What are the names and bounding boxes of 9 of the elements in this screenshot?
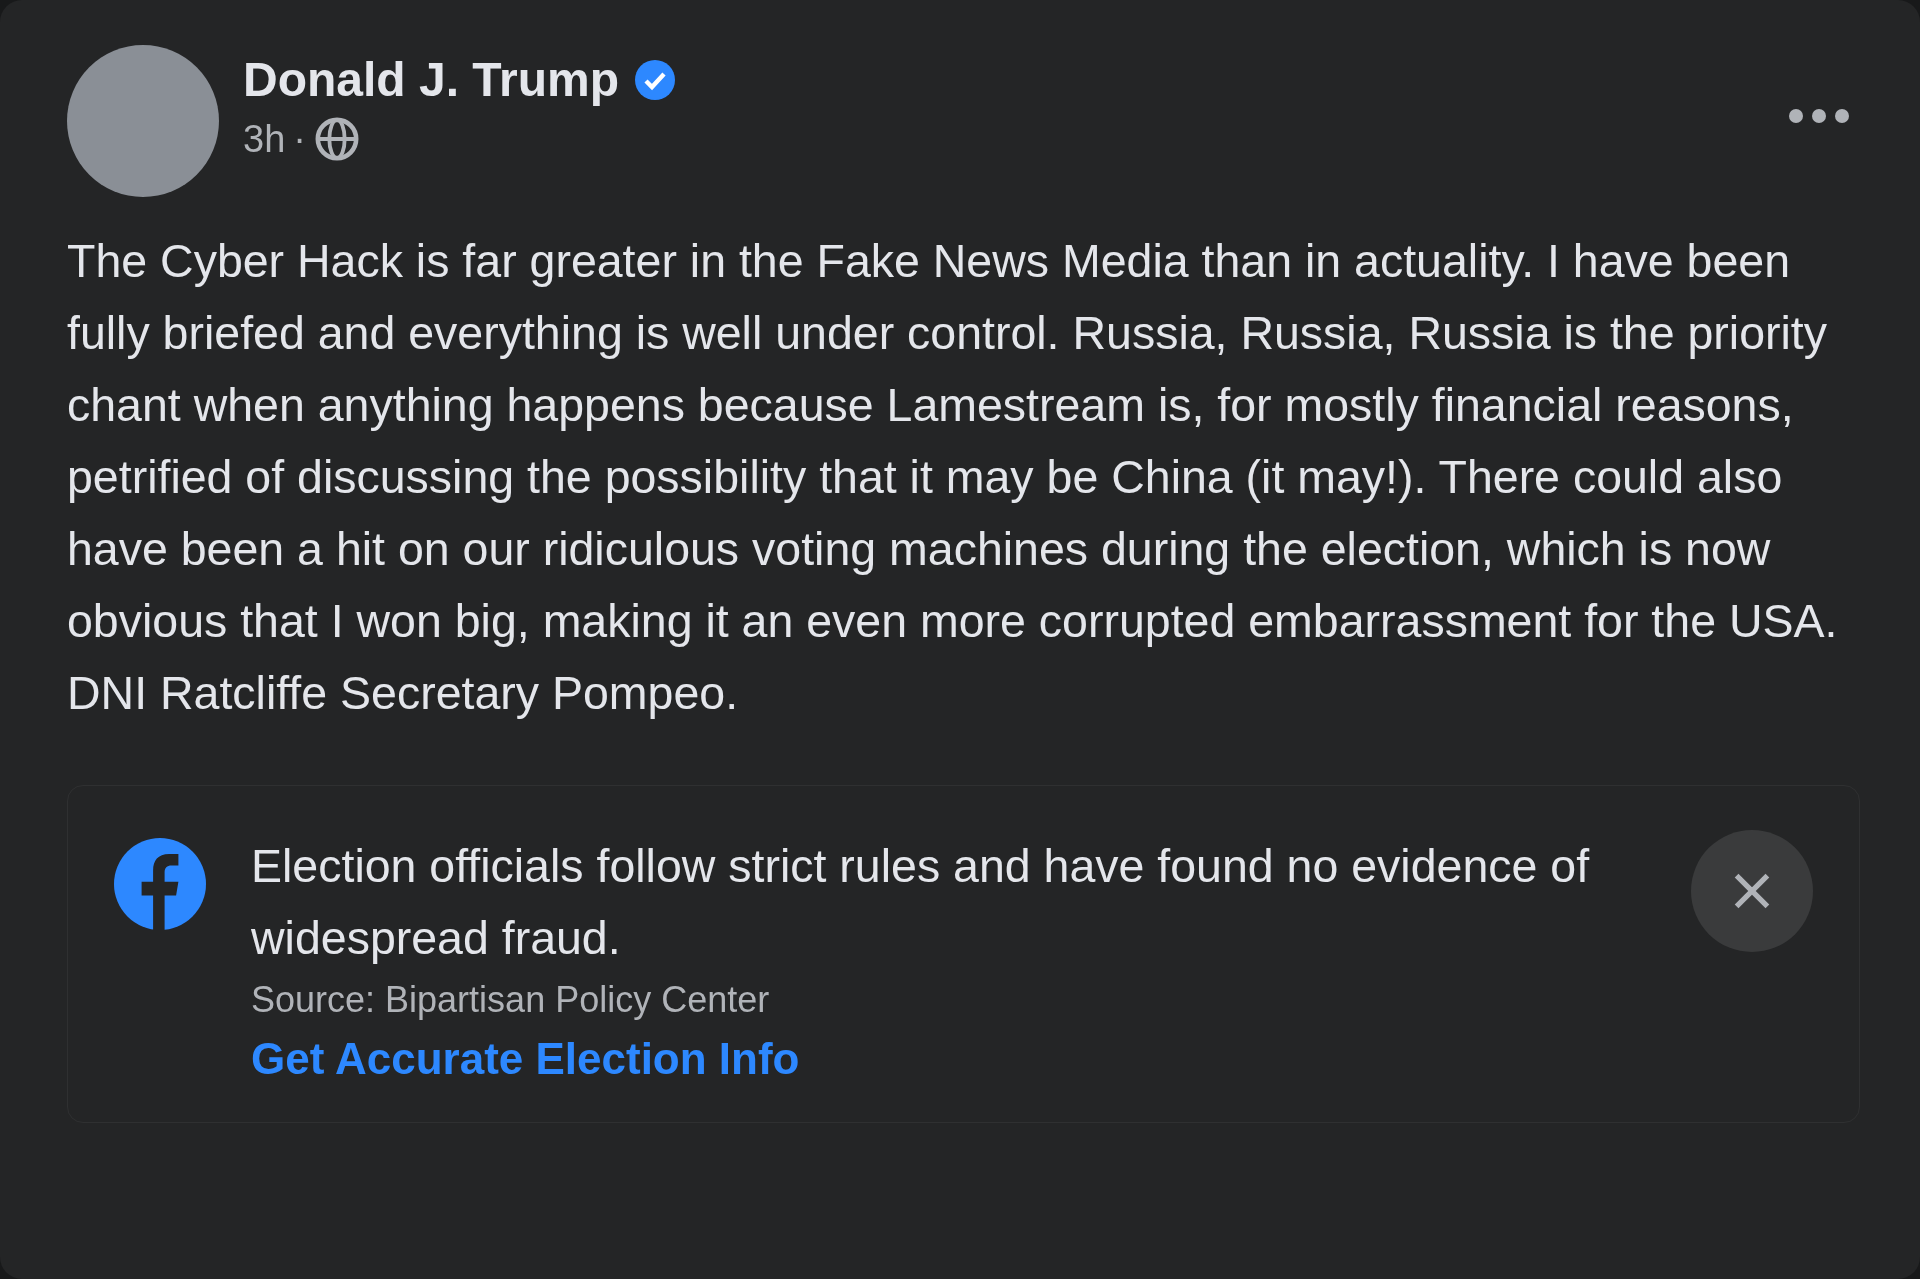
globe-icon (313, 116, 360, 162)
facebook-logo-icon (114, 838, 206, 930)
election-info-link[interactable]: Get Accurate Election Info (251, 1034, 800, 1083)
author-name[interactable]: Donald J. Trump (243, 49, 620, 111)
post-time[interactable]: 3h (243, 111, 286, 167)
separator: · (293, 117, 306, 162)
post-text: The Cyber Hack is far greater in the Fake News Media than in actuality. I have been fully briefed and everything is well under control. Russia, Russia, Russia is the priority chant when anything happens because Lamestream is, for mostly financial reasons, petrified of discussing the possibility that it may be China (it may!). There could also have been a hit on our ridiculous voting machines during the election, which is now obvious that I won big, making it an even more corrupted embarrassment for the USA. DNI Ratcliffe Secretary Pompeo. (67, 234, 1839, 721)
info-text: Election officials follow strict rules and have found no evidence of widespread fraud. (251, 839, 1591, 966)
source-text: Source: Bipartisan Policy Center (251, 978, 771, 1022)
